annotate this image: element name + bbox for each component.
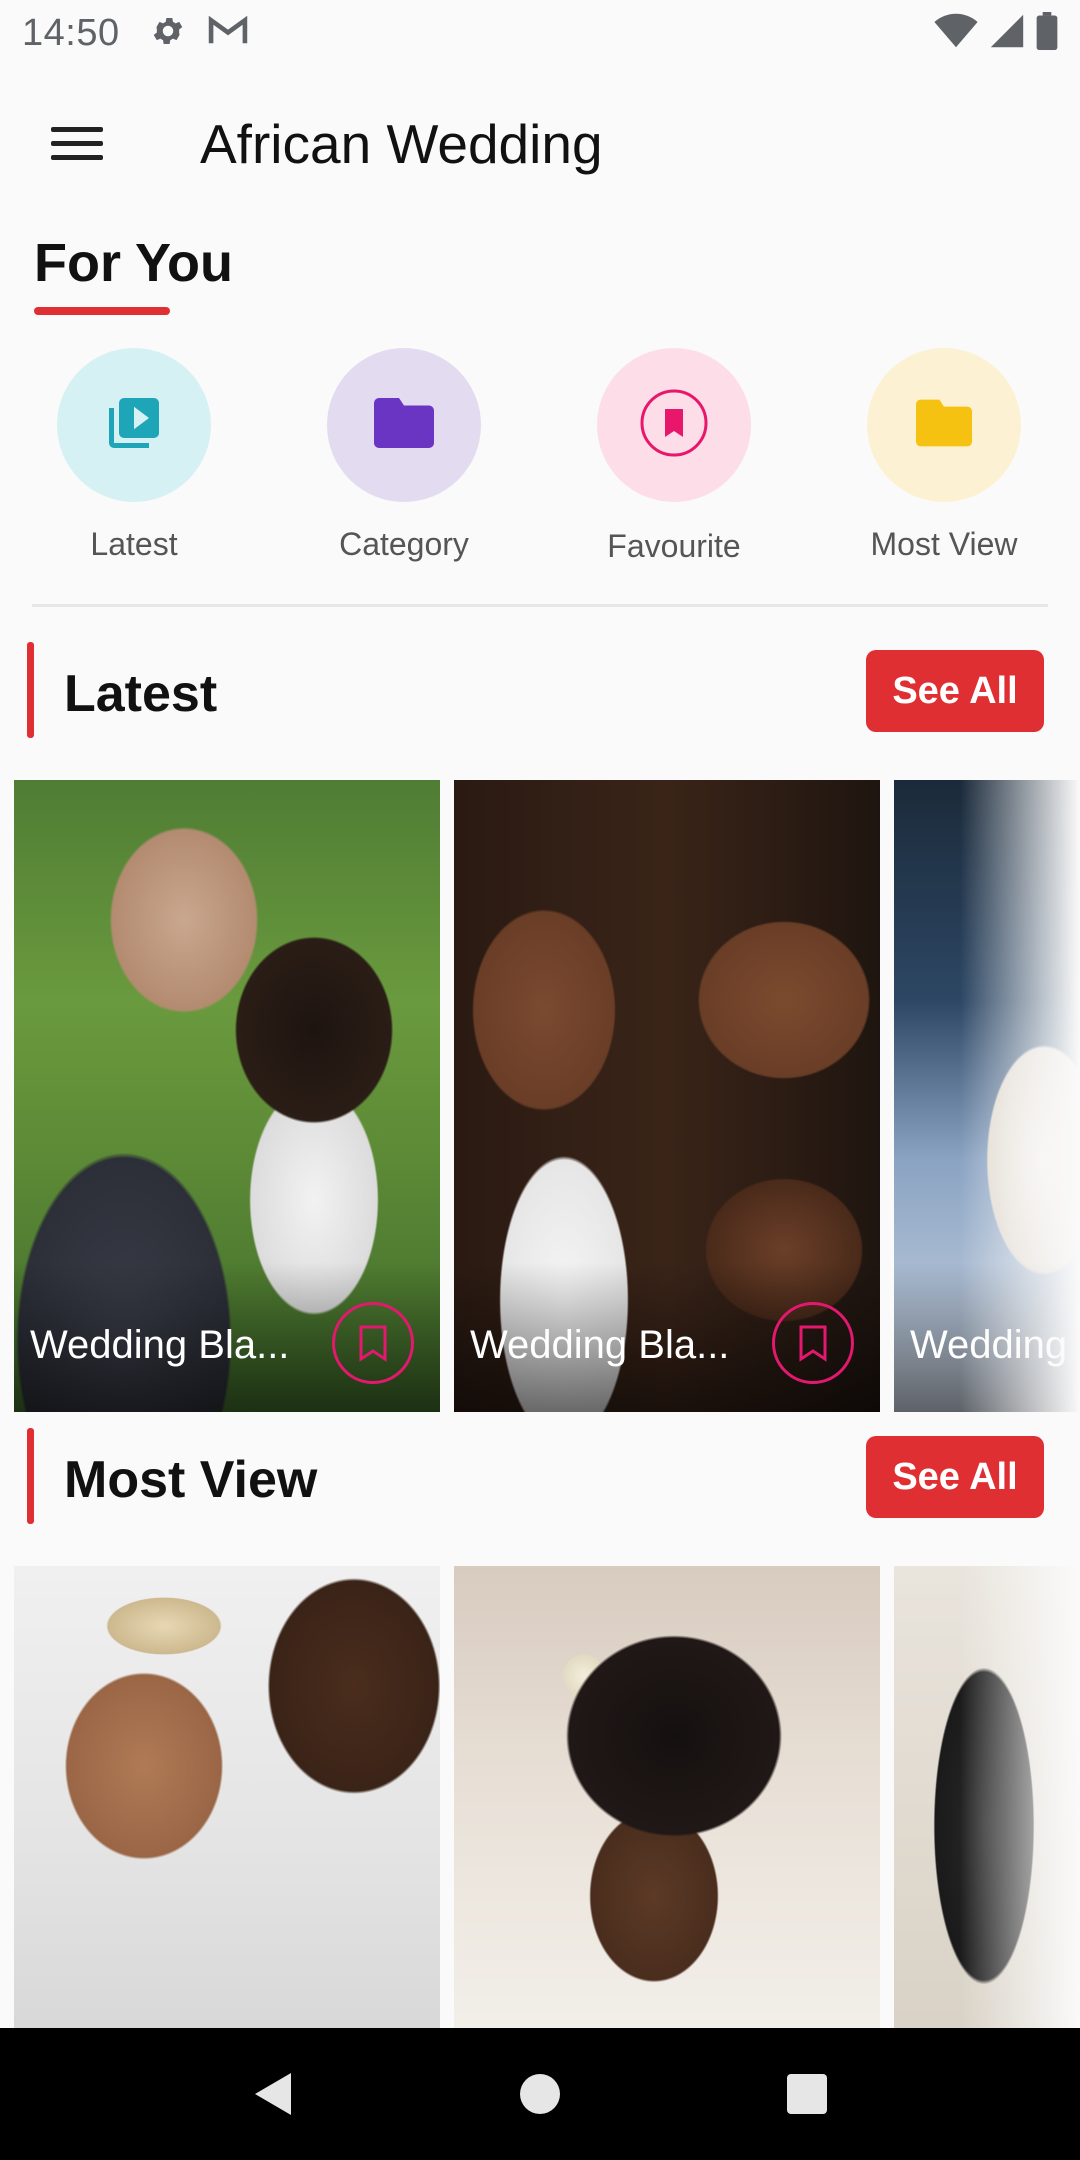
quick-label: Latest (90, 526, 178, 562)
card-title: Wedding (910, 1323, 1068, 1367)
app-bar: African Wedding (0, 84, 1080, 204)
signal-icon (988, 13, 1026, 54)
quick-label: Most View (870, 526, 1018, 562)
lace-dress-photo (894, 1566, 1080, 2028)
quick-label: Category (339, 526, 469, 562)
quick-item-latest[interactable]: Latest (24, 348, 244, 563)
system-nav-bar (0, 2028, 1080, 2160)
back-icon[interactable] (218, 2039, 328, 2149)
screen: 14:50 African Wedding For You Latest Cat… (0, 0, 1080, 2160)
bookmark-icon[interactable] (772, 1302, 854, 1384)
latest-section-header: Latest See All (0, 642, 1080, 742)
latest-card-row[interactable]: Wedding Bla... Wedding Bla... Wedding (0, 780, 1080, 1412)
bookmark-icon (638, 387, 710, 464)
folder-icon (374, 397, 434, 454)
see-all-most-view-button[interactable]: See All (866, 1436, 1044, 1518)
most-view-card[interactable] (14, 1566, 440, 2028)
folder-icon (916, 399, 972, 452)
recents-icon[interactable] (752, 2039, 862, 2149)
see-all-latest-button[interactable]: See All (866, 650, 1044, 732)
app-title: African Wedding (200, 113, 603, 175)
status-bar: 14:50 (0, 0, 1080, 66)
quick-circle (597, 348, 751, 502)
most-view-card[interactable] (894, 1566, 1080, 2028)
wifi-icon (934, 13, 978, 54)
quick-access-row: Latest Category Favourite Most View (0, 348, 1080, 578)
quick-circle (57, 348, 211, 502)
gmail-icon (208, 15, 248, 52)
quick-item-most-view[interactable]: Most View (834, 348, 1054, 563)
status-right-icons (934, 11, 1058, 55)
most-view-card[interactable] (454, 1566, 880, 2028)
section-title-latest: Latest (64, 665, 218, 723)
latest-card[interactable]: Wedding Bla... (454, 780, 880, 1412)
hamburger-menu-icon[interactable] (32, 99, 122, 189)
quick-circle (867, 348, 1021, 502)
card-title: Wedding Bla... (30, 1323, 290, 1367)
status-time: 14:50 (22, 11, 120, 54)
battery-icon (1036, 11, 1058, 55)
section-accent (27, 642, 34, 738)
quick-item-category[interactable]: Category (294, 348, 514, 563)
quick-item-favourite[interactable]: Favourite (564, 348, 784, 565)
bookmark-icon[interactable] (332, 1302, 414, 1384)
divider (32, 604, 1048, 607)
gear-icon (150, 13, 186, 54)
home-icon[interactable] (485, 2039, 595, 2149)
section-accent (27, 1428, 34, 1524)
most-view-section-header: Most View See All (0, 1428, 1080, 1528)
video-library-icon (104, 393, 164, 458)
quick-label: Favourite (607, 528, 741, 564)
quick-circle (327, 348, 481, 502)
card-title: Wedding Bla... (470, 1323, 730, 1367)
status-left-icons (150, 13, 248, 54)
latest-card[interactable]: Wedding (894, 780, 1080, 1412)
latest-card[interactable]: Wedding Bla... (14, 780, 440, 1412)
section-title-most-view: Most View (64, 1451, 318, 1509)
for-you-underline (34, 307, 170, 315)
most-view-card-row[interactable] (0, 1566, 1080, 2028)
bridal-hair-photo (454, 1566, 880, 2028)
for-you-title: For You (34, 233, 233, 293)
couple-photo (14, 1566, 440, 2028)
